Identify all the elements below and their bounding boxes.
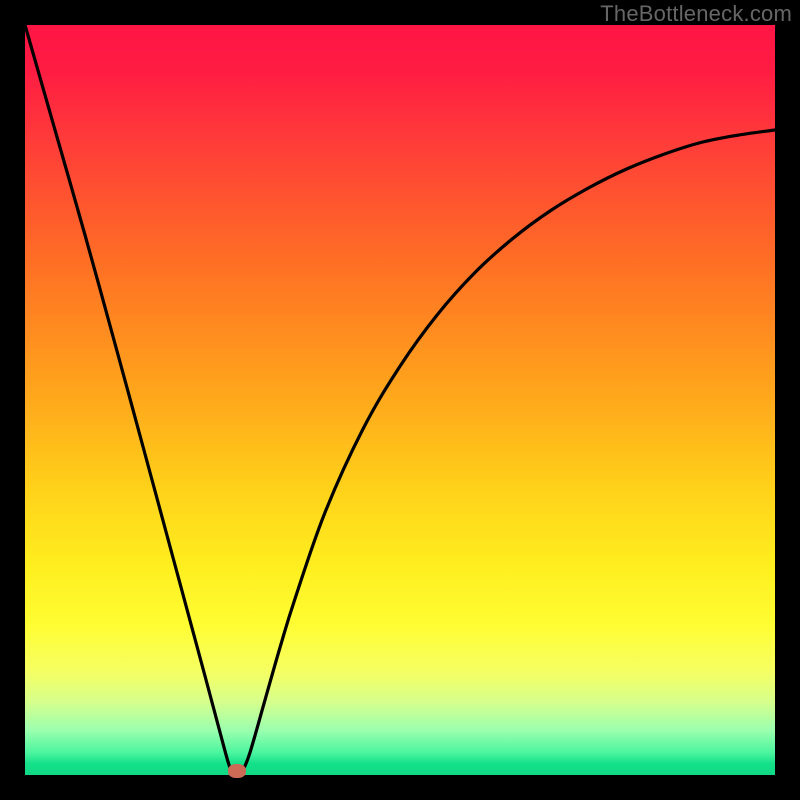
plot-area <box>25 25 775 775</box>
curve-right-branch <box>243 130 776 771</box>
bottleneck-curve <box>25 25 775 775</box>
chart-frame: TheBottleneck.com <box>0 0 800 800</box>
curve-left-branch <box>25 25 231 771</box>
minimum-marker <box>228 764 246 778</box>
watermark-text: TheBottleneck.com <box>600 1 792 27</box>
